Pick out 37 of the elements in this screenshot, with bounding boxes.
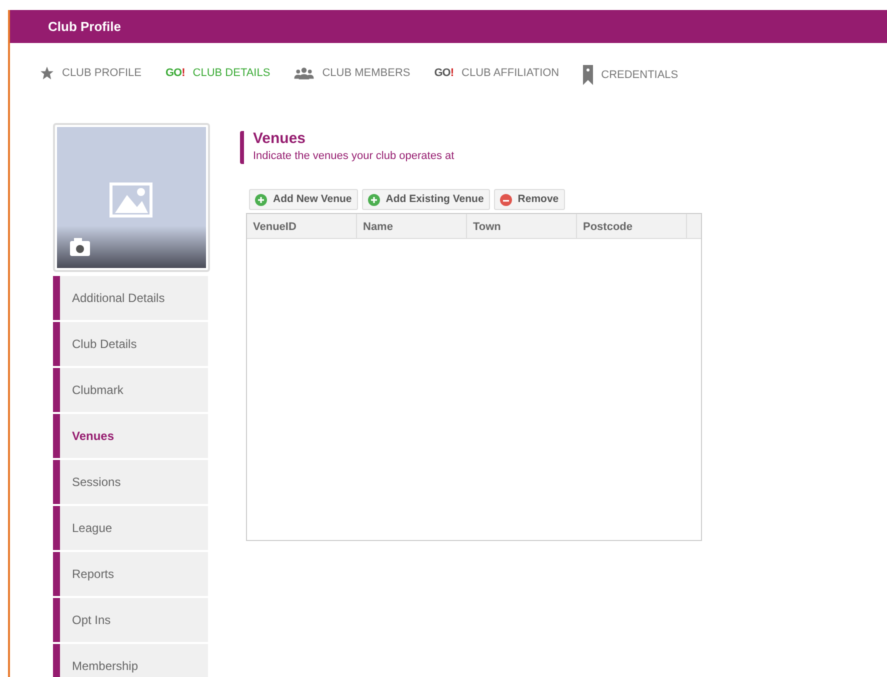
add-button[interactable]: Add New Venue: [249, 189, 358, 210]
go-logo: GO!: [165, 66, 185, 81]
plus-circle-icon: [368, 194, 380, 206]
sidebar-item[interactable]: League: [53, 506, 208, 550]
tab-label: CLUB AFFILIATION: [462, 66, 560, 81]
plus-circle-icon: [255, 194, 267, 206]
go-logo: GO!: [434, 66, 454, 81]
tab-label: CLUB PROFILE: [62, 66, 142, 81]
tab[interactable]: CREDENTIALS: [583, 65, 678, 85]
sidebar-item[interactable]: Reports: [53, 552, 208, 596]
tab-label: CLUB MEMBERS: [322, 66, 410, 81]
tab[interactable]: GO! CLUB DETAILS: [165, 65, 270, 82]
sidebar-item[interactable]: Venues: [53, 414, 208, 458]
column-header: Town: [467, 214, 577, 238]
sidebar-item[interactable]: Membership: [53, 644, 208, 677]
star-icon: [40, 66, 54, 80]
tab[interactable]: CLUB PROFILE: [40, 65, 142, 82]
sidebar-item[interactable]: Opt Ins: [53, 598, 208, 642]
column-header: VenueID: [247, 214, 357, 238]
sidebar-item[interactable]: Sessions: [53, 460, 208, 504]
section-subtitle: Indicate the venues your club operates at: [253, 148, 456, 164]
add-button[interactable]: Add Existing Venue: [362, 189, 490, 210]
remove-button[interactable]: Remove: [494, 189, 565, 210]
tab-label: CLUB DETAILS: [192, 66, 270, 81]
page-title: Club Profile: [48, 18, 121, 36]
tab-label: CREDENTIALS: [601, 68, 678, 83]
sidebar-item[interactable]: Club Details: [53, 322, 208, 366]
tab[interactable]: GO! CLUB AFFILIATION: [434, 65, 560, 82]
sidebar-item[interactable]: Clubmark: [53, 368, 208, 412]
people-icon: [294, 66, 314, 80]
section-title: Venues: [253, 131, 307, 148]
sidebar-item[interactable]: Additional Details: [53, 276, 208, 320]
column-header: Postcode: [577, 214, 687, 238]
tab[interactable]: CLUB MEMBERS: [294, 65, 410, 82]
bookmark-icon: [583, 65, 594, 85]
minus-circle-icon: [500, 194, 512, 206]
column-header: Name: [357, 214, 467, 238]
